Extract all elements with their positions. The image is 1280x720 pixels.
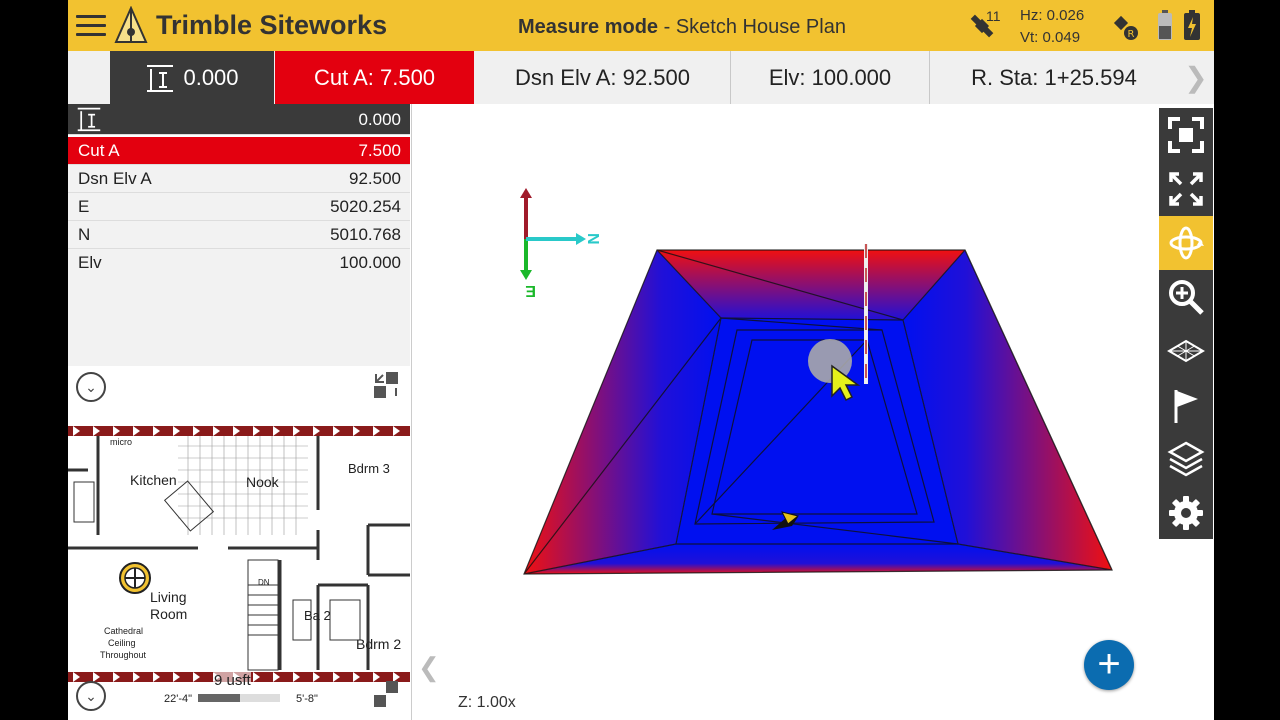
readout-empty-area (68, 276, 410, 366)
readout-label: E (78, 197, 90, 216)
fit-view-button[interactable] (1159, 162, 1213, 216)
settings-button[interactable] (1159, 486, 1213, 540)
plan-label-ceiling: Ceiling (108, 638, 136, 648)
menu-icon[interactable] (74, 12, 108, 40)
app-title: Trimble Siteworks (156, 10, 388, 40)
battery-charging-icon (1184, 10, 1200, 40)
readout-label: Dsn Elv A (78, 169, 152, 188)
design-elevation-status[interactable]: Dsn Elv A: 92.500 (475, 51, 731, 104)
readout-value: 5020.254 (330, 197, 401, 216)
correction-radio-icon[interactable]: R (1108, 10, 1140, 42)
left-panel: 0.000 Cut A 7.500 Dsn Elv A 92.500 E 502… (68, 104, 412, 720)
readout-row-design-elevation[interactable]: Dsn Elv A 92.500 (68, 165, 410, 193)
plan-scale-bar-light (240, 694, 280, 702)
plan-label-bath-2: Ba 2 (304, 608, 331, 623)
zoom-icon (1169, 280, 1204, 315)
hz-precision: Hz: 0.026 (1020, 7, 1085, 24)
svg-text:R: R (1128, 29, 1135, 40)
zoom-extents-icon (1168, 117, 1204, 153)
readout-label: Cut A (78, 141, 120, 160)
plan-label-living: Living (150, 589, 187, 605)
layers-icon (1167, 441, 1205, 477)
zoom-button[interactable] (1159, 270, 1213, 324)
surface-button[interactable] (1159, 324, 1213, 378)
surface-icon (1167, 339, 1205, 363)
readout-row-easting[interactable]: E 5020.254 (68, 193, 410, 221)
plan-label-bedroom-2: Bdrm 2 (356, 636, 401, 652)
vertical-offset-icon (77, 107, 101, 132)
axis-label-east: E (525, 282, 536, 299)
3d-view[interactable]: N E Z: 1.00x ❮ + (412, 104, 1158, 720)
zoom-extents-button[interactable] (1159, 108, 1213, 162)
view-toolbar (1159, 108, 1213, 539)
mode-label: Measure mode (518, 16, 659, 38)
readout-label: N (78, 225, 91, 244)
app-window: Trimble Siteworks Measure mode - Sketch … (68, 0, 1214, 720)
plan-label-nook: Nook (246, 474, 280, 490)
fit-view-icon (1169, 172, 1203, 206)
plan-label-bedroom-3: Bdrm 3 (348, 461, 390, 476)
readout-row-offset[interactable]: 0.000 (68, 104, 410, 135)
mode-separator: - (658, 16, 676, 38)
readout-row-cut[interactable]: Cut A 7.500 (68, 137, 410, 165)
chevron-right-icon[interactable]: ❯ (1178, 51, 1214, 104)
axis-label-north: N (584, 233, 601, 245)
flag-icon (1174, 390, 1198, 423)
plan-scale-label: 9 usft (214, 672, 251, 689)
elevation-status[interactable]: Elv: 100.000 (731, 51, 930, 104)
battery-icon (1158, 10, 1172, 40)
excavation-surface: N E (520, 188, 1113, 575)
header-bar: Trimble Siteworks Measure mode - Sketch … (68, 0, 1214, 51)
mode-title: Measure mode - Sketch House Plan (518, 16, 846, 39)
chevron-left-icon[interactable]: ❮ (418, 652, 440, 683)
plan-dimension-1: 22'-4" (164, 693, 192, 705)
plan-label-cathedral: Cathedral (104, 626, 143, 636)
readout-row-northing[interactable]: N 5010.768 (68, 221, 410, 249)
status-bar: 0.000 Cut A: 7.500 Dsn Elv A: 92.500 Elv… (68, 51, 1214, 104)
readout-value: 0.000 (358, 110, 401, 129)
axis-triad-icon: N E (520, 188, 601, 299)
orbit-icon (1169, 226, 1204, 260)
zoom-level: Z: 1.00x (458, 694, 516, 711)
plan-label-throughout: Throughout (100, 650, 147, 660)
project-name: Sketch House Plan (675, 16, 846, 38)
readout-value: 5010.768 (330, 225, 401, 244)
satellite-count: 11 (986, 8, 1001, 24)
vt-precision: Vt: 0.049 (1020, 29, 1081, 46)
orbit-button[interactable] (1159, 216, 1213, 270)
plan-label-kitchen: Kitchen (130, 472, 177, 488)
readout-value: 100.000 (339, 253, 401, 272)
swap-view-icon[interactable] (372, 679, 400, 709)
readout-value: 92.500 (349, 169, 401, 188)
layers-button[interactable] (1159, 432, 1213, 486)
plan-label-micro: micro (110, 437, 132, 447)
plan-label-down: DN (258, 578, 270, 587)
flag-button[interactable] (1159, 378, 1213, 432)
readout-value: 7.500 (358, 141, 401, 160)
cut-status[interactable]: Cut A: 7.500 (275, 51, 474, 104)
trimble-logo-icon (114, 6, 148, 43)
rover-position-icon (119, 562, 151, 594)
plan-label-room: Room (150, 606, 187, 622)
vertical-offset-icon (147, 64, 174, 92)
chevron-down-icon[interactable]: ⌄ (76, 681, 106, 711)
swap-view-icon[interactable] (372, 370, 400, 400)
offset-value: 0.000 (183, 64, 239, 90)
settings-icon (1169, 496, 1203, 530)
chevron-down-icon[interactable]: ⌄ (76, 372, 106, 402)
offset-status[interactable]: 0.000 (110, 51, 274, 104)
readout-row-elevation[interactable]: Elv 100.000 (68, 249, 410, 277)
add-button[interactable]: + (1084, 640, 1134, 690)
readout-label: Elv (78, 253, 102, 272)
plan-dimension-2: 5'-8" (296, 693, 318, 705)
station-status[interactable]: R. Sta: 1+25.594 (930, 51, 1178, 104)
